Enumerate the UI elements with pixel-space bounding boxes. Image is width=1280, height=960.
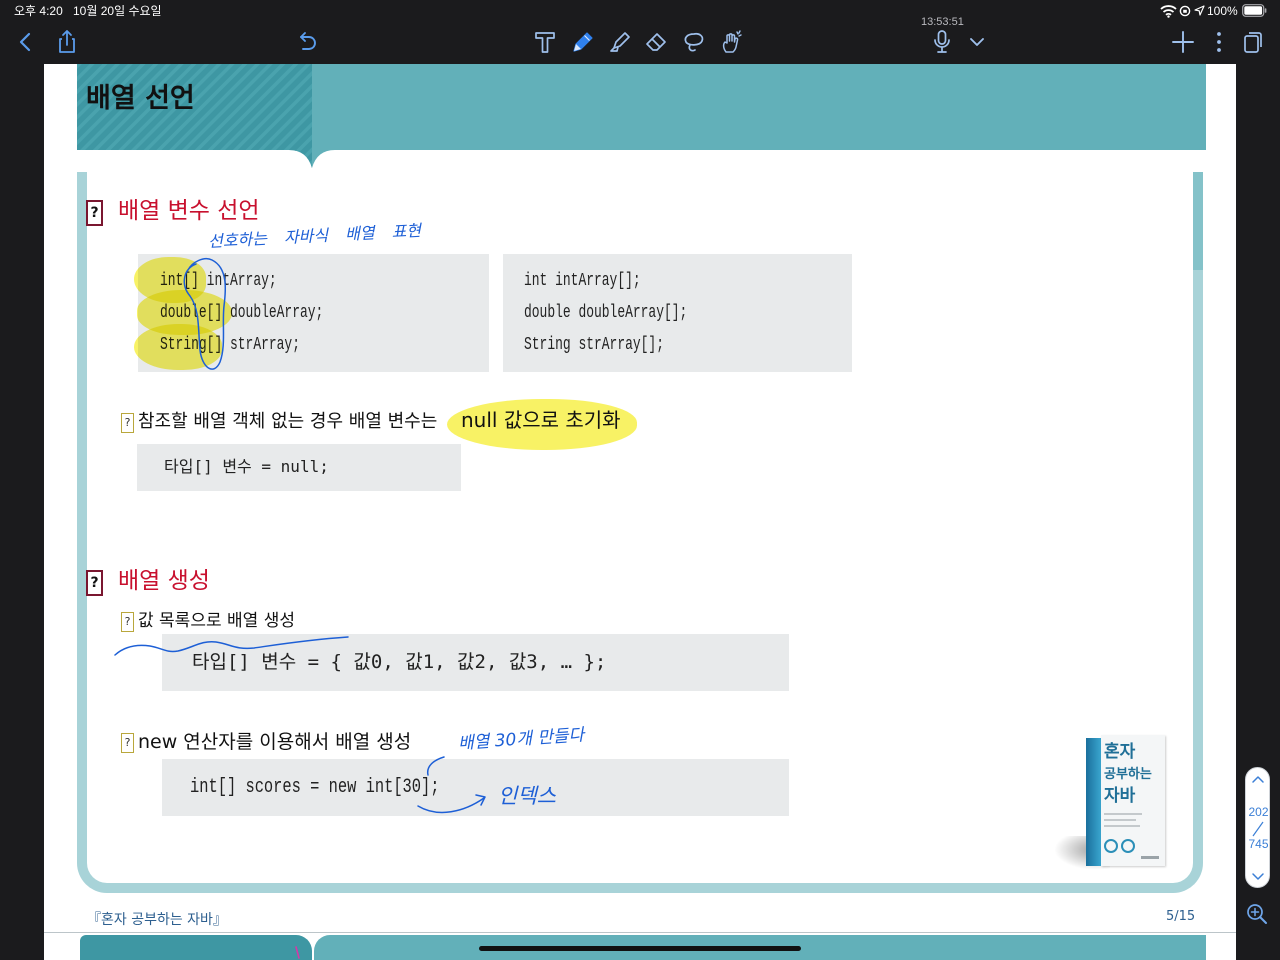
share-icon[interactable] [53, 28, 81, 56]
book-cover-title-line: 자바 [1104, 786, 1136, 806]
book-spine [1086, 738, 1101, 866]
null-note-text: 참조할 배열 객체 없는 경우 배열 변수는 [138, 411, 438, 432]
code-line: 타입[] 변수 = { 값0, 값1, 값2, 값3, … }; [192, 651, 607, 673]
book-cover: 혼자 공부하는 자바 [1101, 735, 1165, 866]
section-title-array-creation: 배열 생성 [118, 568, 210, 594]
chevron-down-icon[interactable] [1251, 869, 1265, 883]
code-line: double doubleArray[]; [524, 303, 688, 323]
home-indicator[interactable] [479, 946, 801, 951]
status-date: 10월 20일 수요일 [73, 4, 162, 18]
status-time: 오후 4:20 [14, 4, 63, 18]
back-icon[interactable] [12, 28, 40, 56]
book-cover-text-line [1104, 813, 1142, 815]
next-page-header-tab [80, 935, 312, 960]
code-line: int intArray[]; [524, 271, 641, 291]
page-divider-slash [1252, 821, 1264, 837]
book-cover-badge [1121, 839, 1135, 853]
book-cover-text-line [1104, 825, 1140, 827]
footer-page-number: 5/15 [1166, 909, 1196, 924]
battery-level: 100% [1207, 4, 1238, 18]
new-operator-note: new 연산자를 이용해서 배열 생성 [138, 731, 412, 753]
chevron-up-icon[interactable] [1251, 773, 1265, 787]
code-line: 타입[] 변수 = null; [164, 457, 329, 476]
total-page-count: 745 [1248, 837, 1269, 851]
question-box-icon: ? [86, 570, 103, 596]
code-block-null: 타입[] 변수 = null; [137, 444, 461, 491]
chevron-down-icon[interactable] [963, 28, 991, 56]
code-line: int[] scores = new int[30]; [190, 776, 440, 799]
book-cover-title-line: 공부하는 [1104, 767, 1152, 782]
lasso-tool-icon[interactable] [680, 28, 708, 56]
add-icon[interactable] [1169, 28, 1197, 56]
undo-icon[interactable] [292, 28, 320, 56]
more-icon[interactable] [1205, 28, 1233, 56]
notes-app-screen: 오후 4:20 10월 20일 수요일 100% 13:53:51 배열 선언 … [0, 0, 1280, 960]
code-block-alternative: int intArray[]; double doubleArray[]; St… [503, 254, 852, 372]
wifi-icon [1160, 5, 1177, 18]
eraser-tool-icon[interactable] [643, 28, 671, 56]
question-box-small-icon: ? [121, 733, 134, 753]
book-cover-title-line: 혼자 [1104, 742, 1136, 762]
publisher-logo [1141, 856, 1159, 859]
section-title-array-variable: 배열 변수 선언 [118, 198, 260, 224]
zoom-icon[interactable] [1245, 902, 1269, 926]
handwritten-annotation-index: 인덱스 [498, 784, 556, 808]
book-cover-text-line [1104, 819, 1136, 821]
value-list-note: 값 목록으로 배열 생성 [138, 611, 295, 631]
page-header-band [77, 64, 1206, 168]
laser-pointer-tool-icon[interactable] [717, 28, 745, 56]
pages-icon[interactable] [1239, 28, 1267, 56]
location-icon [1194, 5, 1205, 16]
page-navigator[interactable]: 202 745 [1245, 767, 1270, 888]
current-page-number: 202 [1248, 805, 1269, 819]
battery-icon [1242, 4, 1267, 17]
question-box-small-icon: ? [121, 612, 134, 632]
code-block-new: int[] scores = new int[30]; [162, 759, 789, 816]
book-cover-badge [1104, 839, 1118, 853]
code-line: String strArray[]; [524, 335, 664, 355]
text-tool-icon[interactable] [531, 28, 559, 56]
highlighter-tool-icon[interactable] [606, 28, 634, 56]
footer-book-title: 『혼자 공부하는 자바』 [87, 912, 227, 928]
pen-tool-icon[interactable] [569, 28, 597, 56]
page-title: 배열 선언 [86, 83, 195, 114]
null-note-highlighted-text: null 값으로 초기화 [461, 408, 621, 432]
question-box-small-icon: ? [121, 413, 134, 433]
question-box-icon: ? [86, 200, 103, 226]
highlight-stroke [134, 324, 222, 370]
rotation-lock-icon [1179, 5, 1191, 17]
microphone-icon[interactable] [928, 28, 956, 56]
code-block-value-list: 타입[] 변수 = { 값0, 값1, 값2, 값3, … }; [162, 634, 789, 691]
recording-timer: 13:53:51 [921, 16, 964, 28]
frame-accent [1193, 172, 1203, 270]
